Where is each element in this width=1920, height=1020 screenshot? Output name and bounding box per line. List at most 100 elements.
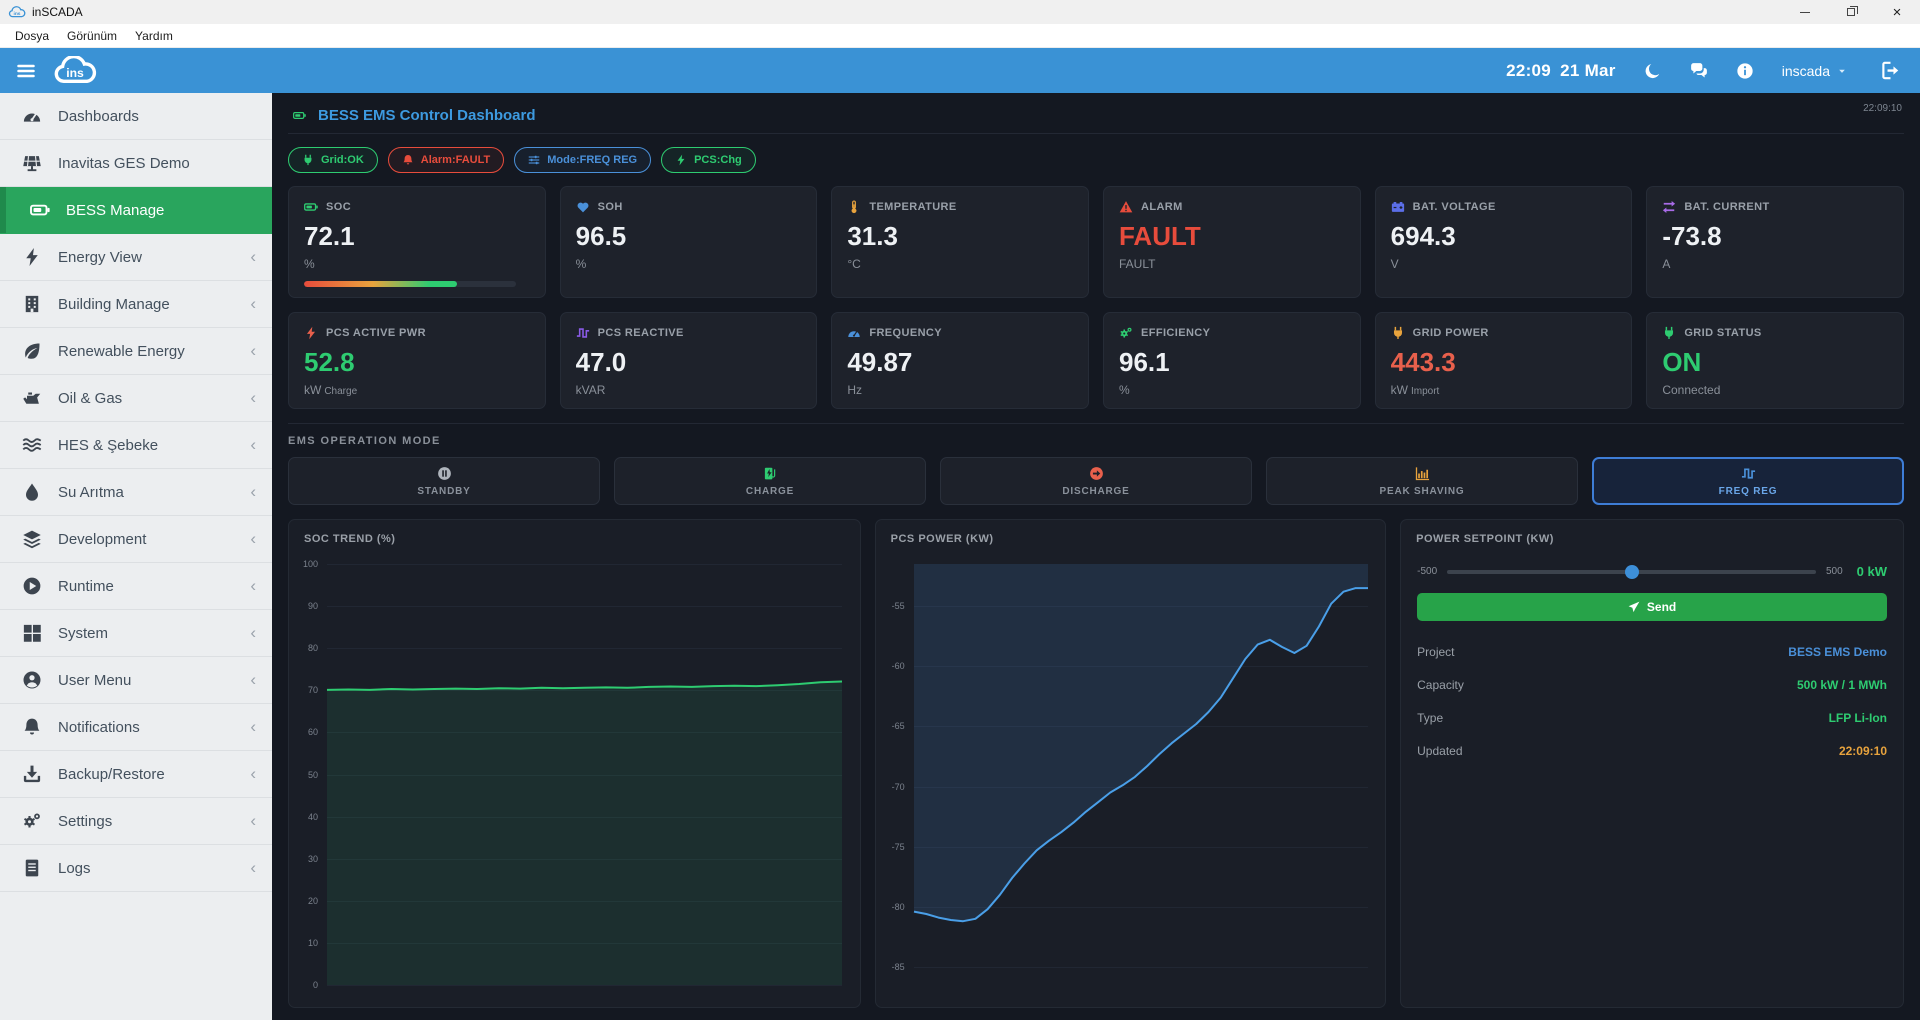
paper-plane-icon xyxy=(1628,601,1640,613)
mode-button-standby[interactable]: STANDBY xyxy=(288,457,600,505)
info-value: BESS EMS Demo xyxy=(1788,645,1887,659)
page-title: BESS EMS Control Dashboard xyxy=(318,107,536,124)
main-content: BESS EMS Control Dashboard 22:09:10 Grid… xyxy=(272,93,1920,1020)
sidebar-item-label: Backup/Restore xyxy=(58,765,165,783)
minimize-icon[interactable] xyxy=(1782,0,1828,24)
mode-button-discharge[interactable]: DISCHARGE xyxy=(940,457,1252,505)
info-value: 500 kW / 1 MWh xyxy=(1796,678,1887,692)
metric-card-unit: FAULT xyxy=(1119,257,1345,271)
metric-card-unit: V xyxy=(1391,257,1617,271)
mode-button-peak-shaving[interactable]: PEAK SHAVING xyxy=(1266,457,1578,505)
status-pill-pcs-chg: PCS:Chg xyxy=(661,147,756,173)
y-axis-tick-label: 90 xyxy=(307,601,318,612)
status-pill-mode-freq-reg: Mode:FREQ REG xyxy=(514,147,652,173)
info-row-project: Project BESS EMS Demo xyxy=(1417,635,1887,668)
info-icon[interactable] xyxy=(1736,62,1754,80)
sidebar-item-user-menu[interactable]: User Menu ‹ xyxy=(0,657,272,704)
svg-text:ins: ins xyxy=(13,10,20,16)
wave-icon xyxy=(576,326,590,340)
sidebar-item-dashboards[interactable]: Dashboards xyxy=(0,93,272,140)
metric-card-bat-voltage: BAT. VOLTAGE 694.3 V xyxy=(1374,186,1633,298)
slider-min-label: -500 xyxy=(1417,566,1438,577)
bell-icon xyxy=(402,154,414,166)
sidebar-item-building-manage[interactable]: Building Manage ‹ xyxy=(0,281,272,328)
warning-icon xyxy=(1119,200,1133,214)
restore-icon[interactable] xyxy=(1828,0,1874,24)
mode-button-freq-reg[interactable]: FREQ REG xyxy=(1592,457,1904,505)
sidebar-item-renewable-energy[interactable]: Renewable Energy ‹ xyxy=(0,328,272,375)
bell-icon xyxy=(22,717,42,737)
sidebar-item-settings[interactable]: Settings ‹ xyxy=(0,798,272,845)
sidebar-item-system[interactable]: System ‹ xyxy=(0,610,272,657)
sidebar-item-development[interactable]: Development ‹ xyxy=(0,516,272,563)
sidebar-item-label: Dashboards xyxy=(58,107,139,125)
info-row-updated: Updated 22:09:10 xyxy=(1417,734,1887,767)
metric-card-frequency: FREQUENCY 49.87 Hz xyxy=(831,312,1089,409)
setpoint-slider[interactable] xyxy=(1447,564,1816,579)
sidebar-item-backup-restore[interactable]: Backup/Restore ‹ xyxy=(0,751,272,798)
svg-text:ins: ins xyxy=(66,66,84,80)
sidebar-item-su-ar-tma[interactable]: Su Arıtma ‹ xyxy=(0,469,272,516)
layers-icon xyxy=(22,529,42,549)
mode-button-charge[interactable]: CHARGE xyxy=(614,457,926,505)
unit-text: FAULT xyxy=(1118,257,1156,271)
header-date: 21 Mar xyxy=(1560,60,1616,80)
sign-out-icon[interactable] xyxy=(1881,61,1900,80)
y-axis-tick-label: 80 xyxy=(307,643,318,654)
menu-dosya[interactable]: Dosya xyxy=(6,29,58,43)
metric-card-value: 47.0 xyxy=(575,347,627,377)
doc-icon xyxy=(22,858,42,878)
metric-card-efficiency: EFFICIENCY 96.1% xyxy=(1102,312,1361,409)
sidebar-item-logs[interactable]: Logs ‹ xyxy=(0,845,272,892)
sidebar-item-energy-view[interactable]: Energy View ‹ xyxy=(0,234,272,281)
slider-thumb[interactable] xyxy=(1624,564,1639,579)
chevron-left-icon: ‹ xyxy=(250,294,256,313)
metric-cards-row2: PCS ACTIVE PWR 52.8 kW Charge PCS REACTIVE 47… xyxy=(288,312,1904,409)
unit-text: Hz xyxy=(847,383,862,397)
close-icon[interactable]: × xyxy=(1874,0,1920,24)
metric-card-unit: Connected xyxy=(1662,383,1888,397)
sidebar-item-inavitas-ges-demo[interactable]: Inavitas GES Demo xyxy=(0,140,272,187)
username: inscada xyxy=(1781,62,1830,79)
sidebar-item-runtime[interactable]: Runtime ‹ xyxy=(0,563,272,610)
chevron-left-icon: ‹ xyxy=(250,482,256,501)
menu-yard-m[interactable]: Yardım xyxy=(126,29,182,43)
power-setpoint-panel: POWER SETPOINT (KW) -500 500 0 kW Send P… xyxy=(1400,519,1904,1008)
app-cloud-logo-icon: ins xyxy=(8,5,26,19)
plug-icon xyxy=(1662,326,1676,340)
unit-suffix: Import xyxy=(1410,386,1440,397)
window-controls: × xyxy=(1782,0,1920,24)
sidebar-item-notifications[interactable]: Notifications ‹ xyxy=(0,704,272,751)
app-header: ins 22:09 21 Mar inscada xyxy=(0,48,1920,93)
y-axis-tick-label: 20 xyxy=(307,895,318,906)
sidebar-item-label: HES & Şebeke xyxy=(58,436,159,454)
mode-button-label: CHARGE xyxy=(745,485,795,497)
sidebar-item-bess-manage[interactable]: BESS Manage xyxy=(0,187,272,234)
charging-icon xyxy=(763,466,778,481)
oil-can-icon xyxy=(22,388,42,408)
sidebar-item-oil-gas[interactable]: Oil & Gas ‹ xyxy=(0,375,272,422)
info-label: Capacity xyxy=(1417,678,1464,692)
metric-card-unit: kVAR xyxy=(576,383,802,397)
metric-card-value: 72.1 xyxy=(304,221,355,251)
sidebar-item-label: Logs xyxy=(58,859,91,877)
moon-icon[interactable] xyxy=(1644,62,1662,80)
chevron-left-icon: ‹ xyxy=(250,670,256,689)
metric-card-label: SOH xyxy=(597,201,623,213)
metric-card-unit: kW Charge xyxy=(304,383,530,397)
metric-card-label: BAT. VOLTAGE xyxy=(1412,201,1496,213)
metric-card-soh: SOH 96.5% xyxy=(559,186,818,298)
info-label: Type xyxy=(1417,711,1444,725)
sidebar: Dashboards Inavitas GES Demo BESS Manage En… xyxy=(0,93,272,1020)
unit-text: Connected xyxy=(1662,383,1721,397)
user-menu-dropdown[interactable]: inscada xyxy=(1782,63,1847,79)
comments-icon[interactable] xyxy=(1690,62,1708,80)
metric-card-grid-power: GRID POWER 443.3 kW Import xyxy=(1374,312,1633,409)
hamburger-menu-icon[interactable] xyxy=(16,61,36,81)
windows-icon xyxy=(22,623,42,643)
sidebar-item-hes-ebeke[interactable]: HES & Şebeke ‹ xyxy=(0,422,272,469)
y-axis-tick-label: 100 xyxy=(302,559,318,569)
send-button[interactable]: Send xyxy=(1417,593,1887,621)
setpoint-value: 0 kW xyxy=(1856,564,1887,579)
menu-g-r-n-m[interactable]: Görünüm xyxy=(58,29,126,43)
